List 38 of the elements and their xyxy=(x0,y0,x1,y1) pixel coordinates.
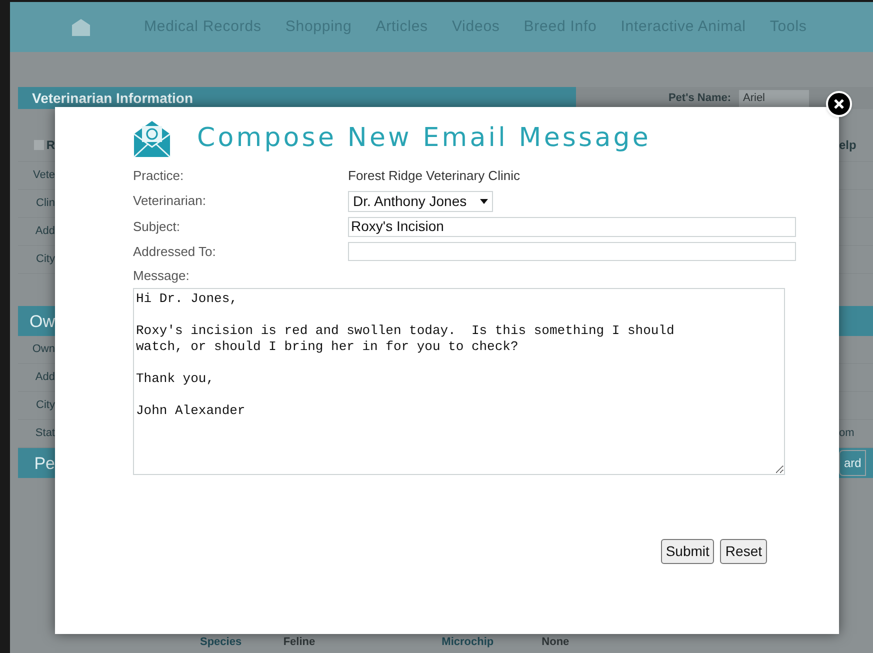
addressed-to-field[interactable] xyxy=(348,242,796,261)
practice-name: Forest Ridge Veterinary Clinic xyxy=(348,167,521,185)
tab-label: R xyxy=(46,139,55,151)
field-label: Microchip xyxy=(442,635,495,650)
section-title: Veterinarian Information xyxy=(32,91,194,105)
reset-button[interactable]: Reset xyxy=(720,538,767,564)
row-label: Add xyxy=(35,226,55,237)
field-label: Addressed To: xyxy=(133,242,217,260)
section-header: Pe xyxy=(34,454,55,472)
field-label: Subject: xyxy=(133,218,181,236)
veterinarian-dropdown[interactable]: Dr. Anthony Jones xyxy=(348,190,493,212)
field-label: Message: xyxy=(133,267,190,285)
section-header-bar xyxy=(839,306,873,336)
close-icon xyxy=(833,98,845,110)
pet-name-field[interactable]: Ariel xyxy=(739,90,809,106)
section-header: Ow xyxy=(30,312,55,330)
field-value: None xyxy=(542,635,570,650)
row-label: Add xyxy=(35,372,55,383)
field-label: Species xyxy=(199,635,243,650)
row-label: om xyxy=(839,428,854,439)
tab-label: elp xyxy=(839,139,856,151)
row-label: Stat xyxy=(35,428,55,439)
subject-field[interactable]: Roxy's Incision xyxy=(348,216,796,236)
row-label: City xyxy=(36,400,55,411)
row-label: Vete xyxy=(32,170,55,181)
pet-name-label: Pet's Name: xyxy=(668,90,731,106)
row-label: Own xyxy=(32,344,55,355)
field-label: Veterinarian: xyxy=(133,192,207,210)
email-icon xyxy=(133,120,171,158)
submit-button[interactable]: Submit xyxy=(660,538,714,564)
dialog-title: Compose New Email Message xyxy=(197,122,651,155)
message-field[interactable]: Hi Dr. Jones, Roxy's incision is red and swollen today. Is this something I should watch, or should I bring her in for you to check? Thank you, John Alexander xyxy=(133,288,785,474)
row-label: City xyxy=(36,254,55,265)
field-label: Practice: xyxy=(133,167,185,185)
checkbox-icon xyxy=(34,140,44,150)
field-value: Feline xyxy=(283,635,316,650)
caret-icon xyxy=(480,198,488,204)
row-label: Clin xyxy=(36,198,55,209)
